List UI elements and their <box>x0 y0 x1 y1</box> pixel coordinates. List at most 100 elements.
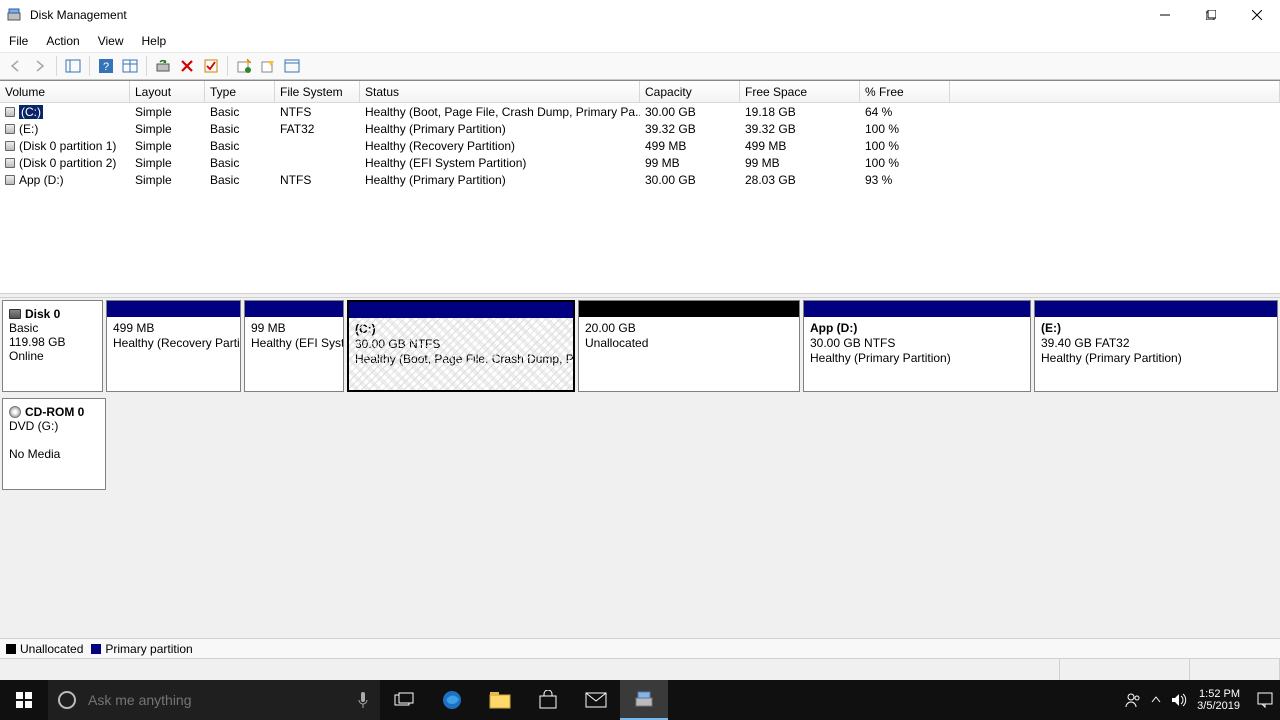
cell: (C:) <box>0 103 130 120</box>
disk-row: Disk 0Basic119.98 GBOnline499 MBHealthy … <box>2 300 1278 392</box>
partition[interactable]: (C:)30.00 GB NTFSHealthy (Boot, Page Fil… <box>347 300 575 392</box>
svg-text:?: ? <box>103 61 109 73</box>
cell: 499 MB <box>740 137 860 154</box>
disk-graphical-view: Disk 0Basic119.98 GBOnline499 MBHealthy … <box>0 298 1280 638</box>
partition-color-bar <box>245 301 343 317</box>
unallocated-space[interactable]: 20.00 GBUnallocated <box>578 300 800 392</box>
cell: 100 % <box>860 120 950 137</box>
disk-info[interactable]: CD-ROM 0DVD (G:) No Media <box>2 398 106 490</box>
taskbar-app-diskmgmt[interactable] <box>620 680 668 720</box>
partition[interactable]: (E:)39.40 GB FAT32Healthy (Primary Parti… <box>1034 300 1278 392</box>
column-header-filler <box>950 81 1280 103</box>
volume-icon <box>5 107 15 117</box>
menu-help[interactable]: Help <box>133 32 176 50</box>
help-button[interactable]: ? <box>94 55 118 77</box>
legend: Unallocated Primary partition <box>0 638 1280 658</box>
column-header[interactable]: Status <box>360 81 640 103</box>
search-input[interactable] <box>86 691 346 709</box>
column-header[interactable]: Layout <box>130 81 205 103</box>
cell: Simple <box>130 154 205 171</box>
tray-notifications-icon[interactable] <box>1256 691 1274 709</box>
menu-view[interactable]: View <box>89 32 133 50</box>
cell: Basic <box>205 120 275 137</box>
forward-button[interactable] <box>28 55 52 77</box>
start-button[interactable] <box>0 680 48 720</box>
back-button[interactable] <box>4 55 28 77</box>
taskbar-app-explorer[interactable] <box>476 680 524 720</box>
partition-color-bar <box>349 302 573 318</box>
column-headers[interactable]: VolumeLayoutTypeFile SystemStatusCapacit… <box>0 81 1280 103</box>
legend-item: Unallocated <box>6 642 83 656</box>
mic-icon[interactable] <box>356 690 370 710</box>
partition-body: (E:)39.40 GB FAT32Healthy (Primary Parti… <box>1035 317 1277 391</box>
cell: Simple <box>130 103 205 120</box>
partition-strip <box>109 398 1278 490</box>
volume-icon <box>5 124 15 134</box>
cell: NTFS <box>275 103 360 120</box>
partition-color-bar <box>579 301 799 317</box>
cell: Simple <box>130 171 205 188</box>
cell <box>275 137 360 154</box>
cell: 93 % <box>860 171 950 188</box>
column-header[interactable]: Volume <box>0 81 130 103</box>
column-header[interactable]: Capacity <box>640 81 740 103</box>
partition-body: App (D:)30.00 GB NTFSHealthy (Primary Pa… <box>804 317 1030 391</box>
partition-body: (C:)30.00 GB NTFSHealthy (Boot, Page Fil… <box>349 318 573 390</box>
action-button[interactable] <box>256 55 280 77</box>
cell: 99 MB <box>740 154 860 171</box>
refresh-button[interactable] <box>151 55 175 77</box>
cell: (Disk 0 partition 2) <box>0 154 130 171</box>
menu-action[interactable]: Action <box>37 32 88 50</box>
tray-chevron-up-icon[interactable] <box>1151 695 1161 705</box>
partition-color-bar <box>107 301 240 317</box>
properties-button[interactable] <box>280 55 304 77</box>
settings-button[interactable] <box>118 55 142 77</box>
check-button[interactable] <box>199 55 223 77</box>
app-icon <box>6 7 22 23</box>
volume-icon <box>5 158 15 168</box>
taskbar-app-mail[interactable] <box>572 680 620 720</box>
cell: 499 MB <box>640 137 740 154</box>
column-header[interactable]: Type <box>205 81 275 103</box>
column-header[interactable]: File System <box>275 81 360 103</box>
close-button[interactable] <box>1234 0 1280 30</box>
cell: 64 % <box>860 103 950 120</box>
column-header[interactable]: % Free <box>860 81 950 103</box>
partition[interactable]: App (D:)30.00 GB NTFSHealthy (Primary Pa… <box>803 300 1031 392</box>
cortana-search[interactable] <box>48 680 380 720</box>
disk-row: CD-ROM 0DVD (G:) No Media <box>2 398 1278 490</box>
minimize-button[interactable] <box>1142 0 1188 30</box>
tray-date: 3/5/2019 <box>1197 700 1240 712</box>
legend-item: Primary partition <box>91 642 192 656</box>
legend-swatch <box>6 644 16 654</box>
volume-row[interactable]: (Disk 0 partition 2)SimpleBasicHealthy (… <box>0 154 1280 171</box>
column-header[interactable]: Free Space <box>740 81 860 103</box>
partition-body: 499 MBHealthy (Recovery Parti <box>107 317 240 391</box>
partition[interactable]: 99 MBHealthy (EFI Syst <box>244 300 344 392</box>
cortana-icon <box>58 691 76 709</box>
cell: 30.00 GB <box>640 103 740 120</box>
delete-button[interactable] <box>175 55 199 77</box>
taskbar-app-edge[interactable] <box>428 680 476 720</box>
show-hide-tree-button[interactable] <box>61 55 85 77</box>
volume-row[interactable]: (E:)SimpleBasicFAT32Healthy (Primary Par… <box>0 120 1280 137</box>
volume-row[interactable]: (C:)SimpleBasicNTFSHealthy (Boot, Page F… <box>0 103 1280 120</box>
cell: Simple <box>130 120 205 137</box>
cell: Basic <box>205 103 275 120</box>
new-volume-button[interactable] <box>232 55 256 77</box>
taskbar-app-store[interactable] <box>524 680 572 720</box>
cell: 28.03 GB <box>740 171 860 188</box>
cell: Healthy (Primary Partition) <box>360 171 640 188</box>
volume-row[interactable]: App (D:)SimpleBasicNTFSHealthy (Primary … <box>0 171 1280 188</box>
maximize-button[interactable] <box>1188 0 1234 30</box>
volume-row[interactable]: (Disk 0 partition 1)SimpleBasicHealthy (… <box>0 137 1280 154</box>
menu-file[interactable]: File <box>0 32 37 50</box>
cell: Basic <box>205 137 275 154</box>
tray-people-icon[interactable] <box>1125 692 1141 708</box>
disk-info[interactable]: Disk 0Basic119.98 GBOnline <box>2 300 103 392</box>
cell: Simple <box>130 137 205 154</box>
task-view-button[interactable] <box>380 680 428 720</box>
tray-clock[interactable]: 1:52 PM 3/5/2019 <box>1197 688 1246 712</box>
tray-volume-icon[interactable] <box>1171 693 1187 707</box>
partition[interactable]: 499 MBHealthy (Recovery Parti <box>106 300 241 392</box>
